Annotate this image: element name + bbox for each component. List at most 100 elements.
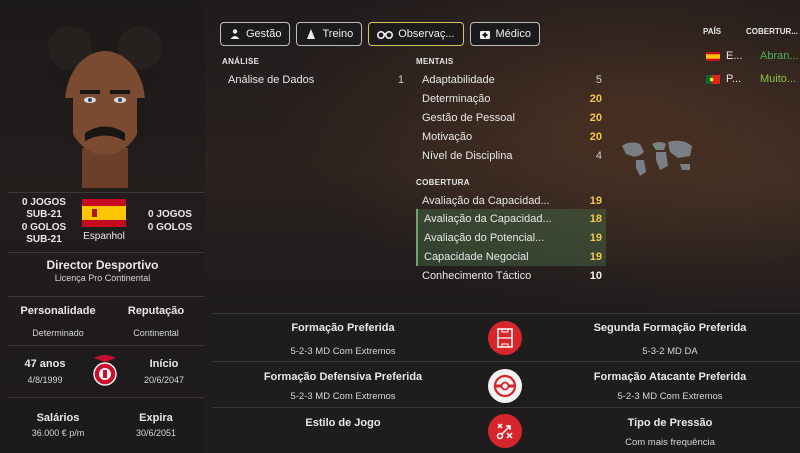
start-date-value: 20/6/2047 [143,375,185,385]
date-of-birth: 4/8/1999 [27,375,63,385]
spain-flag-icon [706,51,720,61]
attribute-label: Avaliação da Capacidad... [424,212,552,225]
coaching-licence: Licença Pro Continental [54,273,151,283]
reputation-label: Reputação [127,305,185,317]
attribute-value: 20 [589,130,602,143]
spain-flag-icon [82,199,126,227]
career-stats: 0 JOGOS SUB-21 0 GOLOS SUB-21 Espanhol 0… [0,195,205,250]
medical-kit-icon [479,31,490,39]
attribute-row-data-analysis[interactable]: Análise de Dados 1 [222,70,408,89]
divider [8,252,205,253]
attribute-value: 1 [397,73,404,86]
world-map-icon[interactable] [618,136,696,178]
attribute-value: 19 [589,231,602,244]
tab-label: Treino [322,28,354,40]
stat-games-senior: 0 JOGOS [148,209,192,220]
second-formation-label: Segunda Formação Preferida [593,322,747,334]
coverage-section-title: COBERTURA [416,178,470,187]
stat-goals-u21-label: 0 GOLOS [21,222,67,233]
attribute-row-discipline[interactable]: Nível de Disciplina 4 [416,146,606,165]
contract-expiry-label: Expira [139,412,173,424]
attribute-label: Nível de Disciplina [422,149,513,162]
pressing-style-label: Tipo de Pressão [627,417,713,429]
attribute-label: Avaliação da Capacidad... [422,194,550,207]
attribute-label: Gestão de Pessoal [422,111,515,124]
attribute-row-judging-ability-2[interactable]: Avaliação da Capacidad... 18 [416,209,606,228]
attribute-row-determination[interactable]: Determinação 20 [416,89,606,108]
tab-management[interactable]: Gestão [220,22,291,46]
nationality-label: Espanhol [83,231,125,242]
tab-scouting[interactable]: Observaç... [368,22,464,46]
personality-label: Personalidade [20,305,96,317]
tab-label: Observaç... [398,28,455,40]
attribute-value: 19 [589,250,602,263]
divider [8,345,205,346]
staff-portrait [47,13,163,188]
stat-goals-senior: 0 GOLOS [147,222,193,233]
attribute-category-tabs: Gestão Treino Observaç... Médico [220,22,540,46]
attribute-row-judging-potential[interactable]: Avaliação do Potencial... 19 [416,228,606,247]
tab-training[interactable]: Treino [296,22,363,46]
stat-games-u21-label: 0 JOGOS [22,197,66,208]
ball-icon [493,374,517,398]
country-row-portugal[interactable]: P... Muito... [706,73,796,85]
attribute-row-man-management[interactable]: Gestão de Pessoal 20 [416,108,606,127]
pressing-style-value: Com mais frequência [625,437,715,448]
attribute-value: 18 [589,212,602,225]
attribute-value: 20 [589,111,602,124]
staff-profile-panel: 0 JOGOS SUB-21 0 GOLOS SUB-21 Espanhol 0… [0,0,205,453]
start-date-label: Início [149,358,179,370]
divider [8,192,205,193]
coverage-level: Muito... [760,73,797,85]
analysis-section-title: ANÁLISE [222,57,260,66]
club-crest-icon[interactable] [92,352,118,388]
attacking-formation-value: 5-2-3 MD Com Extremos [617,391,723,402]
divider [8,296,205,297]
tactics-arrows-icon [496,423,513,440]
divider [8,397,205,398]
salary-label: Salários [36,412,80,424]
attribute-label: Conhecimento Táctico [422,269,532,282]
stat-goals-u21-sub: SUB-21 [26,234,62,245]
attribute-label: Determinação [422,92,491,105]
play-style-label: Estilo de Jogo [305,417,381,429]
age-value: 47 anos [24,358,66,370]
divider [213,361,800,362]
attribute-row-motivation[interactable]: Motivação 20 [416,127,606,146]
country-column-header: PAÍS [703,27,722,36]
attacking-formation-label: Formação Atacante Preferida [593,371,747,383]
attribute-value: 4 [595,149,602,162]
attribute-label: Motivação [422,130,473,143]
attribute-value: 20 [589,92,602,105]
tab-medical[interactable]: Médico [469,22,540,46]
cone-icon [307,29,316,39]
attribute-label: Avaliação do Potencial... [424,231,545,244]
pitch-icon [497,328,513,348]
tab-label: Gestão [246,28,282,40]
contract-expiry-value: 30/6/2051 [135,428,177,438]
attribute-row-adaptability[interactable]: Adaptabilidade 5 [416,70,606,89]
reputation-value: Continental [133,328,179,338]
attribute-row-judging-ability[interactable]: Avaliação da Capacidad... 19 [416,191,606,210]
country-row-spain[interactable]: E... Abran... [706,50,799,62]
formation-pitch-icon [488,321,522,355]
defensive-formation-label: Formação Defensiva Preferida [263,371,423,383]
salary-value: 36.000 € p/m [31,428,85,438]
tab-label: Médico [495,28,531,40]
people-icon [230,29,240,39]
attribute-row-tactical-knowledge[interactable]: Conhecimento Táctico 10 [416,266,606,285]
preferred-formation-value: 5-2-3 MD Com Extremos [290,346,396,357]
mental-section-title: MENTAIS [416,57,454,66]
coverage-column-header: COBERTUR... [746,27,798,36]
stat-games-u21-sub: SUB-21 [26,209,62,220]
divider [213,313,800,314]
attribute-label: Adaptabilidade [422,73,495,86]
attribute-row-negotiating[interactable]: Capacidade Negocial 19 [416,247,606,266]
attribute-label: Capacidade Negocial [424,250,529,263]
attribute-value: 10 [589,269,602,282]
staff-role: Director Desportivo [46,258,159,272]
tactics-board-icon [488,414,522,448]
country-name: P... [726,73,742,85]
coverage-level: Abran... [760,50,799,62]
country-name: E... [726,50,743,62]
